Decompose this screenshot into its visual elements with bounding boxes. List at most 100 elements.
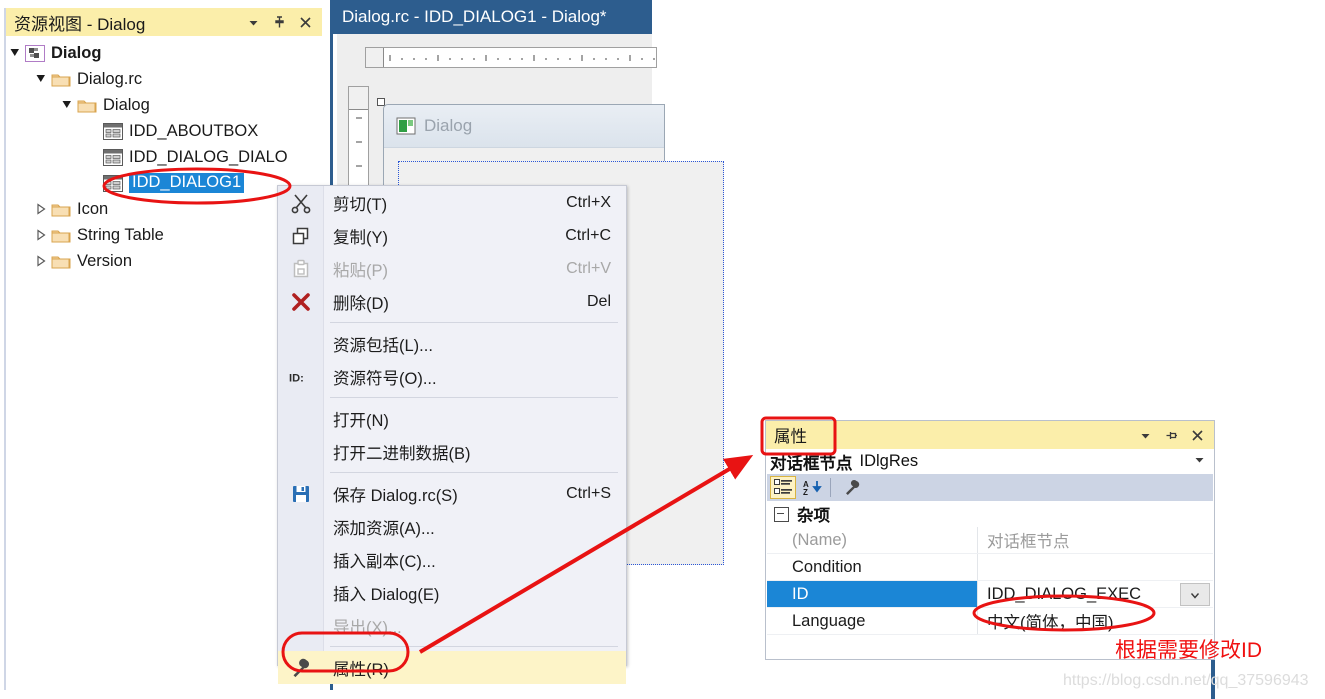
tree-item-label: IDD_DIALOG_DIALO [129,147,288,166]
menu-item-label: 属性(R) [333,660,389,679]
tree-item-label: Icon [77,199,109,218]
tree-item-label: Dialog [103,95,150,114]
dialog-preview-caption: Dialog [384,105,664,148]
property-value[interactable]: 中文(简体，中国) [978,608,1213,634]
properties-object-selector[interactable]: 对话框节点 IDlgRes [766,449,1214,474]
tree-expander-expanded[interactable] [60,98,74,112]
folder-icon [51,74,71,86]
tree-item-label: Dialog.rc [77,69,143,88]
tree-item-label: IDD_DIALOG1 [129,173,245,193]
context-menu[interactable]: 剪切(T) Ctrl+X 复制(Y) Ctrl+C 粘贴(P) Ctrl+V 删除(D) De… [277,185,627,684]
menu-item-label: 打开(N) [333,411,389,430]
menu-item-2[interactable]: 复制(Y) Ctrl+C [278,219,626,252]
delete-x-icon [289,290,313,314]
property-category-row[interactable]: 杂项 [767,501,1213,527]
resource-view-titlebar: 资源视图 - Dialog [6,8,322,36]
categorized-view-button[interactable] [770,476,796,499]
property-value-text: 中文(简体，中国) [987,614,1114,632]
chevron-down-icon[interactable] [246,15,261,30]
tree-item-dialog[interactable]: Dialog [8,40,322,66]
dialog-resource-icon [103,122,123,140]
property-value-text: IDD_DIALOG_EXEC [987,584,1142,603]
editor-tab[interactable]: Dialog.rc - IDD_DIALOG1 - Dialog* [332,0,652,34]
menu-item-8[interactable]: 打开二进制数据(B) [278,435,626,468]
menu-item-7[interactable]: 打开(N) [278,402,626,435]
tree-expander-expanded[interactable] [34,72,48,86]
property-row[interactable]: Condition [767,554,1213,581]
menu-item-label: 导出(X)... [333,618,402,637]
property-row[interactable]: ID IDD_DIALOG_EXEC [767,581,1213,608]
tree-item-version[interactable]: Version [8,248,322,274]
menu-item-3: 粘贴(P) Ctrl+V [278,252,626,285]
resource-tree[interactable]: Dialog Dialog.rc Dialog IDD_ABOUTBOX IDD_DIA… [8,40,322,274]
tree-expander-expanded[interactable] [8,46,22,60]
close-icon[interactable] [1190,428,1205,443]
properties-titlebar: 属性 [766,421,1214,449]
menu-item-shortcut: Del [586,292,611,310]
menu-item-1[interactable]: 剪切(T) Ctrl+X [278,186,626,219]
wrench-icon [289,656,313,680]
dialog-preview-title: Dialog [424,116,473,135]
menu-item-shortcut: Ctrl+X [566,193,611,211]
properties-toolbar[interactable]: A Z [767,474,1213,501]
menu-item-9[interactable]: 保存 Dialog.rc(S) Ctrl+S [278,477,626,510]
menu-item-label: 删除(D) [333,294,389,313]
collapse-toggle-icon[interactable] [774,506,789,522]
tree-item-idd-dialog1[interactable]: IDD_DIALOG1 [8,170,322,196]
menu-item-13: 导出(X)... [278,609,626,642]
editor-tab-label: Dialog.rc - IDD_DIALOG1 - Dialog* [342,7,607,26]
tool-window-edge [4,8,6,690]
tree-item-idd-dialog-dialo[interactable]: IDD_DIALOG_DIALO [8,144,322,170]
menu-item-11[interactable]: 插入副本(C)... [278,543,626,576]
dialog-resource-icon [103,148,123,166]
menu-item-14[interactable]: 属性(R) [278,651,626,684]
menu-item-12[interactable]: 插入 Dialog(E) [278,576,626,609]
tree-expander-collapsed[interactable] [34,202,48,216]
dialog-resource-icon [103,174,123,192]
property-value[interactable]: 对话框节点 [978,527,1213,553]
menu-item-10[interactable]: 添加资源(A)... [278,510,626,543]
resource-view-tool-window: 资源视图 - Dialog Dialog Dialog.rc Dialog IDD_A… [0,0,322,690]
property-value[interactable] [978,554,1213,580]
menu-item-label: 资源符号(O)... [333,369,437,388]
pin-icon[interactable] [1164,428,1179,443]
menu-item-6[interactable]: ID: 资源符号(O)... [278,360,626,393]
tree-item-dialog[interactable]: Dialog [8,92,322,118]
tree-item-string-table[interactable]: String Table [8,222,322,248]
properties-panel: 属性 对话框节点 IDlgRes A Z 杂项 (Name) 对话框节点 Con… [765,420,1215,660]
alphabetical-sort-button[interactable]: A Z [799,476,825,499]
tree-item-idd-aboutbox[interactable]: IDD_ABOUTBOX [8,118,322,144]
property-pages-button[interactable] [839,476,865,499]
property-value[interactable]: IDD_DIALOG_EXEC [978,581,1213,607]
properties-title: 属性 [774,428,807,446]
tree-item-icon[interactable]: Icon [8,196,322,222]
chevron-down-icon[interactable] [1138,428,1153,443]
menu-item-label: 资源包括(L)... [333,336,433,355]
menu-separator [330,322,618,323]
tree-item-label: Version [77,251,133,270]
paste-icon [289,257,313,281]
watermark: https://blog.csdn.net/qq_37596943 [1063,672,1309,689]
tree-item-label: IDD_ABOUTBOX [129,121,259,140]
menu-item-5[interactable]: 资源包括(L)... [278,327,626,360]
id-dropdown-button[interactable] [1180,583,1210,606]
pin-icon[interactable] [272,15,287,30]
resource-view-title: 资源视图 - Dialog [14,14,146,34]
chevron-down-icon[interactable] [1193,453,1206,471]
tree-expander-collapsed[interactable] [34,254,48,268]
properties-object-type: IDlgRes [859,452,919,470]
tree-item-dialog-rc[interactable]: Dialog.rc [8,66,322,92]
close-icon[interactable] [298,15,313,30]
ruler-corner-v [349,87,368,110]
save-icon [289,482,313,506]
menu-item-label: 保存 Dialog.rc(S) [333,486,458,505]
menu-item-4[interactable]: 删除(D) Del [278,285,626,318]
toolbar-divider [830,478,831,497]
tree-expander-collapsed[interactable] [34,228,48,242]
property-row[interactable]: (Name) 对话框节点 [767,527,1213,554]
property-row[interactable]: Language 中文(简体，中国) [767,608,1213,635]
property-name: Condition [792,557,862,576]
property-value-text: 对话框节点 [987,533,1070,551]
menu-separator [330,397,618,398]
property-name: (Name) [792,530,848,549]
